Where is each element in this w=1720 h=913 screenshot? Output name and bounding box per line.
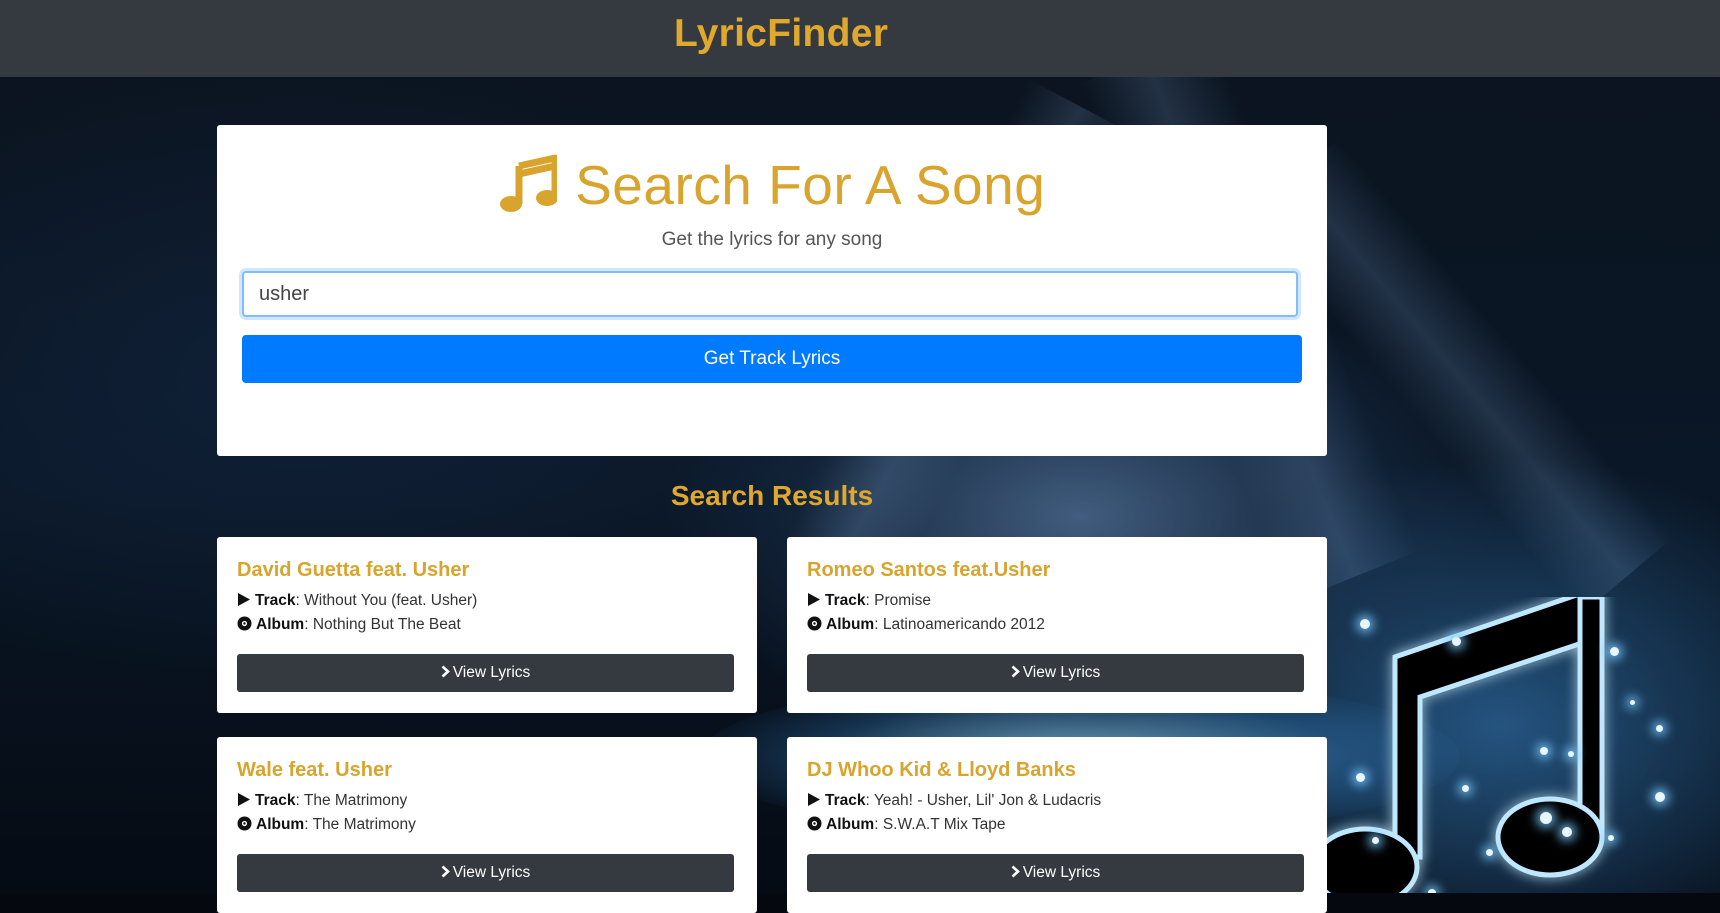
compact-disc-icon [807, 616, 822, 636]
result-track-line: Track: The Matrimony [237, 792, 407, 812]
track-label: Track [255, 592, 296, 609]
result-track-line: Track: Yeah! - Usher, Lil' Jon & Ludacri… [807, 792, 1101, 812]
view-lyrics-button[interactable]: View Lyrics [807, 654, 1304, 692]
result-track: The Matrimony [303, 792, 408, 809]
album-label: Album [256, 816, 305, 833]
result-artist: Romeo Santos feat.Usher [807, 559, 1051, 581]
result-album-line: Album: Nothing But The Beat [237, 616, 461, 636]
result-album: Latinoamericando 2012 [882, 616, 1045, 633]
track-label: Track [255, 792, 296, 809]
music-icon [499, 154, 559, 217]
result-track: Promise [874, 592, 931, 609]
result-track: Without You (feat. Usher) [304, 592, 478, 609]
chevron-right-icon [441, 865, 450, 883]
view-lyrics-button[interactable]: View Lyrics [237, 854, 734, 892]
get-track-lyrics-button[interactable]: Get Track Lyrics [242, 335, 1302, 383]
result-card: David Guetta feat. Usher Track: Without … [217, 537, 757, 713]
result-track: Yeah! - Usher, Lil' Jon & Ludacris [873, 792, 1102, 809]
result-artist: David Guetta feat. Usher [237, 559, 470, 581]
search-heading-row: Search For A Song [217, 153, 1327, 217]
compact-disc-icon [237, 616, 252, 636]
play-icon [807, 592, 821, 612]
result-track-line: Track: Without You (feat. Usher) [237, 592, 477, 612]
play-icon [237, 792, 251, 812]
play-icon [237, 592, 251, 612]
results-heading: Search Results [670, 480, 874, 511]
album-label: Album [826, 616, 875, 633]
result-album: The Matrimony [312, 816, 416, 833]
result-album-line: Album: S.W.A.T Mix Tape [807, 816, 1005, 836]
play-icon [807, 792, 821, 812]
view-lyrics-button[interactable]: View Lyrics [807, 854, 1304, 892]
navbar: LyricFinder [0, 0, 1720, 77]
result-card: Wale feat. Usher Track: The Matrimony Al… [217, 737, 757, 913]
result-card: DJ Whoo Kid & Lloyd Banks Track: Yeah! -… [787, 737, 1327, 913]
result-track-line: Track: Promise [807, 592, 931, 612]
view-lyrics-label: View Lyrics [452, 663, 531, 681]
album-label: Album [826, 816, 875, 833]
page-title: Search For A Song [575, 154, 1046, 216]
result-album-line: Album: Latinoamericando 2012 [807, 616, 1045, 636]
view-lyrics-label: View Lyrics [1022, 863, 1101, 881]
compact-disc-icon [237, 816, 252, 836]
result-album: S.W.A.T Mix Tape [882, 816, 1006, 833]
track-label: Track [825, 592, 866, 609]
music-note-graphic [1310, 597, 1605, 893]
song-search-input[interactable] [242, 271, 1298, 317]
result-artist: DJ Whoo Kid & Lloyd Banks [807, 759, 1076, 781]
result-album-line: Album: The Matrimony [237, 816, 416, 836]
result-card: Romeo Santos feat.Usher Track: Promise A… [787, 537, 1327, 713]
album-label: Album [256, 616, 305, 633]
view-lyrics-label: View Lyrics [452, 863, 531, 881]
chevron-right-icon [441, 665, 450, 683]
view-lyrics-label: View Lyrics [1022, 663, 1101, 681]
brand-logo[interactable]: LyricFinder [674, 12, 888, 56]
view-lyrics-button[interactable]: View Lyrics [237, 654, 734, 692]
compact-disc-icon [807, 816, 822, 836]
result-album: Nothing But The Beat [312, 616, 461, 633]
search-card: Search For A Song Get the lyrics for any… [217, 125, 1327, 456]
chevron-right-icon [1011, 865, 1020, 883]
result-artist: Wale feat. Usher [237, 759, 392, 781]
page-subtitle: Get the lyrics for any song [661, 229, 883, 250]
track-label: Track [825, 792, 866, 809]
chevron-right-icon [1011, 665, 1020, 683]
